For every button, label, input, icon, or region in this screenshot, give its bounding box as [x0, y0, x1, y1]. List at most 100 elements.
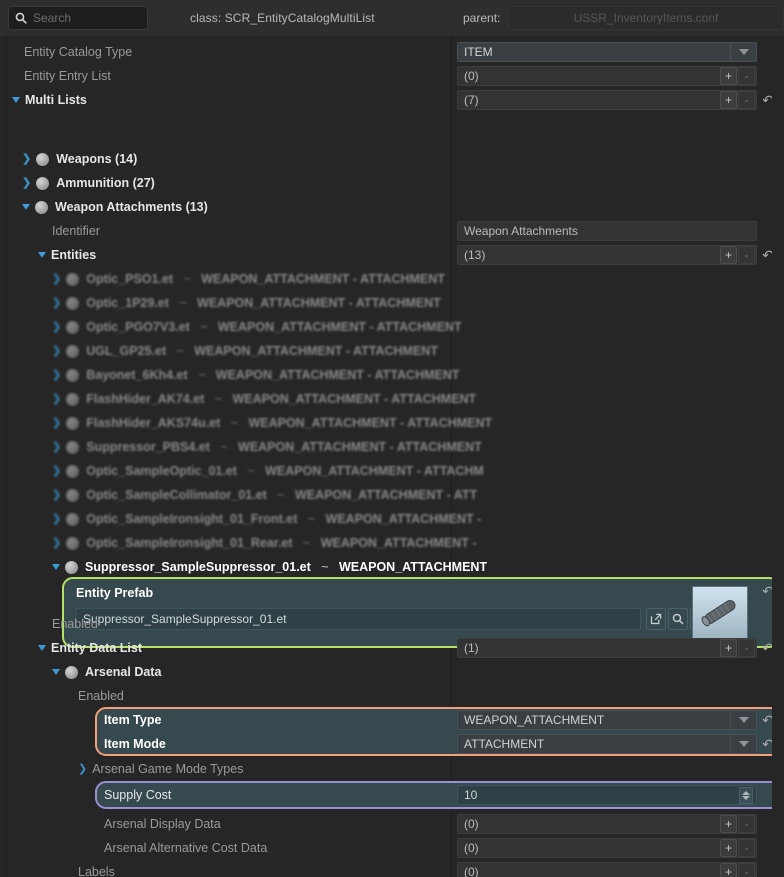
entity-list-item[interactable]: ❯UGL_GP25.et ~ WEAPON_ATTACHMENT - ATTAC…: [0, 339, 784, 363]
multi-lists-field[interactable]: (7) + -: [457, 90, 757, 110]
remove-button[interactable]: -: [738, 91, 755, 109]
entity-list-item[interactable]: ❯Optic_SampleIronsight_01_Rear.et ~ WEAP…: [0, 531, 784, 555]
entity-list-item[interactable]: ❯Optic_PSO1.et ~ WEAPON_ATTACHMENT - ATT…: [0, 267, 784, 291]
entity-item-content[interactable]: ❯Optic_SampleIronsight_01_Front.et ~ WEA…: [52, 507, 481, 531]
supply-cost-input[interactable]: 10: [457, 785, 757, 805]
entity-item-content[interactable]: ❯Suppressor_PBS4.et ~ WEAPON_ATTACHMENT …: [52, 435, 482, 459]
chevron-down-icon[interactable]: [12, 97, 20, 103]
remove-button[interactable]: -: [738, 639, 755, 657]
chevron-right-icon[interactable]: ❯: [52, 490, 61, 501]
remove-button[interactable]: -: [738, 67, 755, 85]
parent-field[interactable]: USSR_InventoryItems.conf: [508, 6, 784, 30]
entity-data-list-field[interactable]: (1) + -: [457, 638, 757, 658]
add-button[interactable]: +: [720, 863, 737, 877]
entity-item-content[interactable]: ❯Optic_PGO7V3.et ~ WEAPON_ATTACHMENT - A…: [52, 315, 462, 339]
chevron-right-icon[interactable]: ❯: [52, 538, 61, 549]
entity-item-type: WEAPON_ATTACHMENT - ATTACHMENT: [201, 272, 445, 286]
chevron-down-icon[interactable]: [730, 711, 756, 729]
labels-field[interactable]: (0) + -: [457, 862, 757, 877]
entity-item-content[interactable]: ❯Optic_SampleIronsight_01_Rear.et ~ WEAP…: [52, 531, 476, 555]
entity-item-name: Optic_PGO7V3.et: [86, 320, 190, 334]
row-arsenal-game-mode-types[interactable]: ❯ Arsenal Game Mode Types: [0, 757, 784, 781]
remove-button[interactable]: -: [738, 246, 755, 264]
entity-list-item[interactable]: ❯Optic_SampleCollimator_01.et ~ WEAPON_A…: [0, 483, 784, 507]
chevron-right-icon[interactable]: ❯: [52, 442, 61, 453]
chevron-right-icon[interactable]: ❯: [52, 370, 61, 381]
list-count: (1): [464, 641, 479, 655]
entity-catalog-type-combo[interactable]: ITEM: [457, 42, 757, 62]
row-ammunition[interactable]: ❯ Ammunition (27): [0, 171, 784, 195]
chevron-right-icon[interactable]: ❯: [78, 764, 87, 775]
row-weapon-attachments[interactable]: Weapon Attachments (13): [0, 195, 784, 219]
entities-toggle[interactable]: Entities: [38, 243, 96, 267]
weapon-attachments-group[interactable]: Weapon Attachments (13): [22, 195, 208, 219]
chevron-down-icon[interactable]: [52, 669, 60, 675]
stepper-down-icon[interactable]: [742, 796, 750, 800]
chevron-right-icon[interactable]: ❯: [52, 418, 61, 429]
scrollbar-track[interactable]: [772, 36, 784, 877]
add-button[interactable]: +: [720, 67, 737, 85]
entity-list-item[interactable]: ❯Optic_SampleIronsight_01_Front.et ~ WEA…: [0, 507, 784, 531]
chevron-right-icon[interactable]: ❯: [22, 154, 31, 165]
entity-item-content[interactable]: ❯UGL_GP25.et ~ WEAPON_ATTACHMENT - ATTAC…: [52, 339, 438, 363]
chevron-right-icon[interactable]: ❯: [52, 466, 61, 477]
chevron-right-icon[interactable]: ❯: [52, 322, 61, 333]
row-weapons[interactable]: ❯ Weapons (14): [0, 147, 784, 171]
add-button[interactable]: +: [720, 815, 737, 833]
entity-data-list-toggle[interactable]: Entity Data List: [38, 636, 142, 660]
entity-item-type: WEAPON_ATTACHMENT - ATTACHM: [265, 464, 484, 478]
add-button[interactable]: +: [720, 246, 737, 264]
entity-list-item[interactable]: ❯Optic_PGO7V3.et ~ WEAPON_ATTACHMENT - A…: [0, 315, 784, 339]
arsenal-game-mode-types-group[interactable]: ❯ Arsenal Game Mode Types: [78, 757, 243, 781]
chevron-right-icon[interactable]: ❯: [52, 394, 61, 405]
stepper-up-icon[interactable]: [742, 791, 750, 795]
chevron-right-icon[interactable]: ❯: [52, 346, 61, 357]
search-input[interactable]: Search: [8, 6, 148, 30]
arsenal-display-data-field[interactable]: (0) + -: [457, 814, 757, 834]
multi-lists-toggle[interactable]: Multi Lists: [12, 88, 87, 112]
entities-field[interactable]: (13) + -: [457, 245, 757, 265]
entity-list-item[interactable]: Suppressor_SampleSuppressor_01.et ~ WEAP…: [0, 555, 784, 579]
chevron-right-icon[interactable]: ❯: [22, 178, 31, 189]
entity-item-content[interactable]: ❯Optic_SampleCollimator_01.et ~ WEAPON_A…: [52, 483, 477, 507]
add-button[interactable]: +: [720, 91, 737, 109]
add-button[interactable]: +: [720, 639, 737, 657]
remove-button[interactable]: -: [738, 815, 755, 833]
arsenal-alternative-cost-data-field[interactable]: (0) + -: [457, 838, 757, 858]
remove-button[interactable]: -: [738, 839, 755, 857]
entity-list-item[interactable]: ❯Bayonet_6Kh4.et ~ WEAPON_ATTACHMENT - A…: [0, 363, 784, 387]
chevron-right-icon[interactable]: ❯: [52, 298, 61, 309]
entity-list-item[interactable]: ❯Suppressor_PBS4.et ~ WEAPON_ATTACHMENT …: [0, 435, 784, 459]
weapons-group[interactable]: ❯ Weapons (14): [22, 147, 137, 171]
chevron-down-icon[interactable]: [730, 735, 756, 753]
entity-item-content[interactable]: ❯Optic_1P29.et ~ WEAPON_ATTACHMENT - ATT…: [52, 291, 441, 315]
entity-item-content[interactable]: ❯Optic_PSO1.et ~ WEAPON_ATTACHMENT - ATT…: [52, 267, 445, 291]
chevron-down-icon[interactable]: [52, 564, 60, 570]
chevron-down-icon[interactable]: [38, 252, 46, 258]
entity-entry-list-field[interactable]: (0) + -: [457, 66, 757, 86]
arsenal-data-group[interactable]: Arsenal Data: [52, 660, 161, 684]
chevron-down-icon[interactable]: [38, 645, 46, 651]
row-arsenal-data[interactable]: Arsenal Data: [0, 660, 784, 684]
item-type-combo[interactable]: WEAPON_ATTACHMENT: [457, 710, 757, 730]
entity-item-content[interactable]: Suppressor_SampleSuppressor_01.et ~ WEAP…: [52, 555, 487, 579]
supply-cost-stepper[interactable]: [739, 787, 753, 804]
chevron-right-icon[interactable]: ❯: [52, 514, 61, 525]
ammunition-group[interactable]: ❯ Ammunition (27): [22, 171, 155, 195]
entity-list-item[interactable]: ❯FlashHider_AKS74u.et ~ WEAPON_ATTACHMEN…: [0, 411, 784, 435]
entity-list-item[interactable]: ❯Optic_1P29.et ~ WEAPON_ATTACHMENT - ATT…: [0, 291, 784, 315]
entity-list-item[interactable]: ❯Optic_SampleOptic_01.et ~ WEAPON_ATTACH…: [0, 459, 784, 483]
chevron-down-icon[interactable]: [22, 204, 30, 210]
chevron-right-icon[interactable]: ❯: [52, 274, 61, 285]
item-mode-combo[interactable]: ATTACHMENT: [457, 734, 757, 754]
entity-item-content[interactable]: ❯Bayonet_6Kh4.et ~ WEAPON_ATTACHMENT - A…: [52, 363, 460, 387]
chevron-down-icon[interactable]: [730, 43, 756, 61]
entity-item-name: Bayonet_6Kh4.et: [86, 368, 187, 382]
remove-button[interactable]: -: [738, 863, 755, 877]
add-button[interactable]: +: [720, 839, 737, 857]
entity-item-content[interactable]: ❯FlashHider_AK74.et ~ WEAPON_ATTACHMENT …: [52, 387, 476, 411]
entity-list-item[interactable]: ❯FlashHider_AK74.et ~ WEAPON_ATTACHMENT …: [0, 387, 784, 411]
identifier-input[interactable]: Weapon Attachments: [457, 221, 757, 241]
entity-item-content[interactable]: ❯FlashHider_AKS74u.et ~ WEAPON_ATTACHMEN…: [52, 411, 492, 435]
entity-item-content[interactable]: ❯Optic_SampleOptic_01.et ~ WEAPON_ATTACH…: [52, 459, 484, 483]
